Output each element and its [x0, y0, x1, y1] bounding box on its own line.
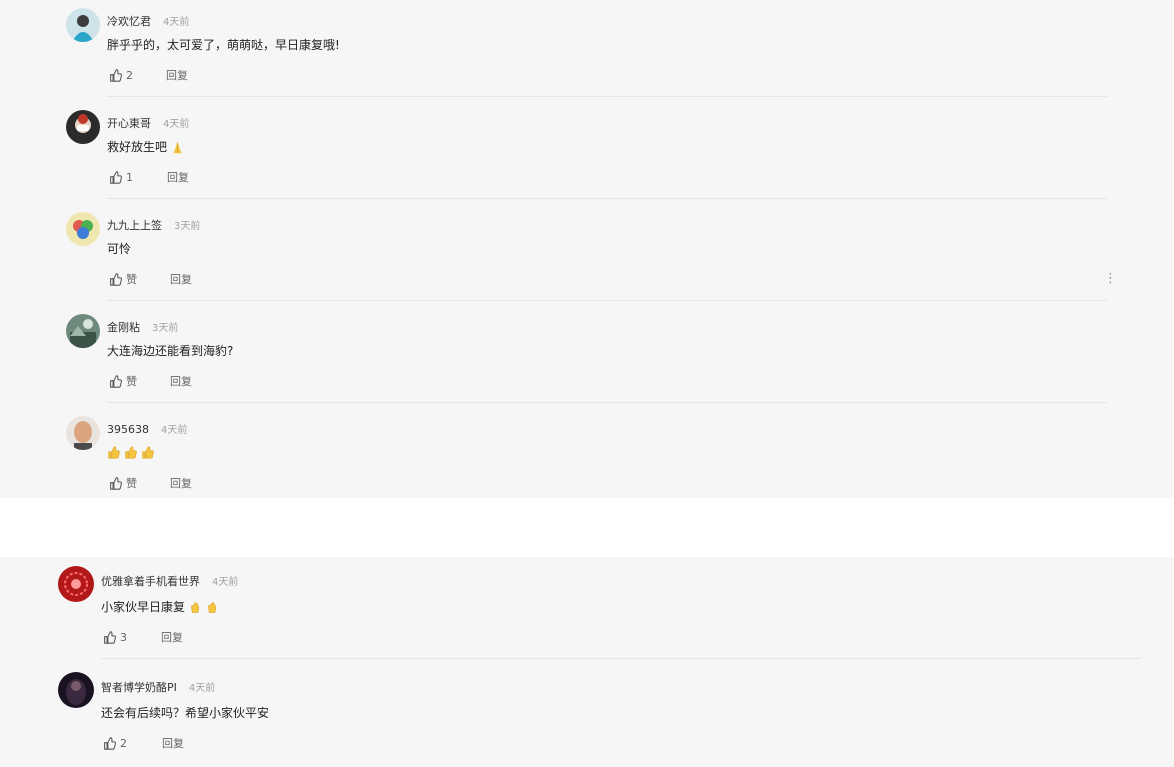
divider: [107, 300, 1107, 301]
thumbs-up-emoji-icon: [108, 446, 120, 459]
username[interactable]: 优雅拿着手机看世界: [101, 575, 200, 588]
timestamp: 4天前: [188, 683, 216, 694]
like-count: 赞: [126, 375, 137, 388]
like-count: 赞: [126, 273, 137, 286]
username[interactable]: 金刚粘: [107, 321, 140, 334]
like-count: 1: [126, 170, 133, 184]
divider: [107, 96, 1107, 97]
avatar[interactable]: [58, 566, 94, 602]
timestamp: 4天前: [163, 17, 190, 28]
reply-button[interactable]: 回复: [167, 169, 189, 185]
thumbs-up-icon: [110, 170, 122, 184]
like-count: 3: [120, 630, 127, 644]
timestamp: 4天前: [163, 119, 190, 130]
like-count: 2: [120, 736, 127, 750]
clap-emoji-icon: [190, 602, 199, 613]
username[interactable]: 开心東哥: [107, 117, 151, 130]
comment-text: 还会有后续吗？希望小家伙平安: [101, 706, 270, 720]
username[interactable]: 九九上上签: [107, 219, 162, 232]
clap-emoji-icon: [207, 602, 216, 613]
thumbs-up-icon: [110, 68, 122, 82]
timestamp: 4天前: [212, 577, 239, 588]
like-button[interactable]: 赞: [109, 271, 137, 287]
username[interactable]: 冷欢忆君: [107, 15, 151, 28]
avatar[interactable]: [66, 416, 100, 450]
reply-button[interactable]: 回复: [170, 475, 192, 491]
comment-text: [107, 445, 154, 459]
like-button[interactable]: 2: [109, 69, 133, 82]
like-button[interactable]: 3: [103, 631, 127, 644]
reply-button[interactable]: 回复: [166, 67, 188, 83]
reply-button[interactable]: 回复: [170, 373, 192, 389]
username[interactable]: 395638: [107, 423, 149, 436]
reply-button[interactable]: 回复: [170, 271, 192, 287]
thumbs-up-icon: [110, 272, 122, 286]
avatar[interactable]: [66, 110, 100, 144]
reply-button[interactable]: 回复: [161, 629, 183, 645]
divider: [101, 658, 1141, 659]
like-button[interactable]: 2: [103, 737, 127, 750]
like-button[interactable]: 赞: [109, 373, 137, 389]
avatar[interactable]: [58, 672, 94, 708]
timestamp: 3天前: [174, 221, 201, 232]
like-button[interactable]: 赞: [109, 475, 137, 491]
timestamp: 4天前: [161, 425, 188, 436]
comment-panel-bottom: 优雅拿着手机看世界 4天前 小家伙早日康复 3 回复 智者博学奶酪PI 4天前 还会…: [0, 557, 1174, 767]
thumbs-up-icon: [104, 736, 116, 750]
comment-text: 小家伙早日康复: [101, 600, 186, 614]
comment-text: 胖乎乎的，太可爱了，萌萌哒，早日康复哦!: [107, 38, 340, 52]
thumbs-up-emoji-icon: [125, 446, 137, 459]
like-count: 2: [126, 68, 133, 82]
thumbs-up-icon: [110, 476, 122, 490]
pray-emoji-icon: [173, 141, 182, 154]
reply-button[interactable]: 回复: [162, 735, 184, 751]
divider: [107, 402, 1107, 403]
timestamp: 3天前: [152, 323, 179, 334]
thumbs-up-emoji-icon: [141, 446, 154, 459]
like-button[interactable]: 1: [109, 171, 133, 184]
avatar[interactable]: [66, 314, 100, 348]
avatar[interactable]: [66, 212, 100, 246]
divider: [107, 198, 1107, 199]
comment-text: 救好放生吧: [107, 140, 168, 154]
username[interactable]: 智者博学奶酪PI: [101, 681, 177, 694]
comment-text: 大连海边还能看到海豹?: [107, 344, 234, 358]
comment-panel-top: 冷欢忆君 4天前 胖乎乎的，太可爱了，萌萌哒，早日康复哦! 2 回复 开心東哥 4天…: [0, 0, 1174, 498]
avatar[interactable]: [66, 8, 100, 42]
thumbs-up-icon: [104, 630, 116, 644]
comment-text: 可怜: [107, 242, 132, 256]
like-count: 赞: [126, 477, 137, 490]
thumbs-up-icon: [110, 374, 122, 388]
more-icon[interactable]: ⋮: [1104, 272, 1117, 285]
